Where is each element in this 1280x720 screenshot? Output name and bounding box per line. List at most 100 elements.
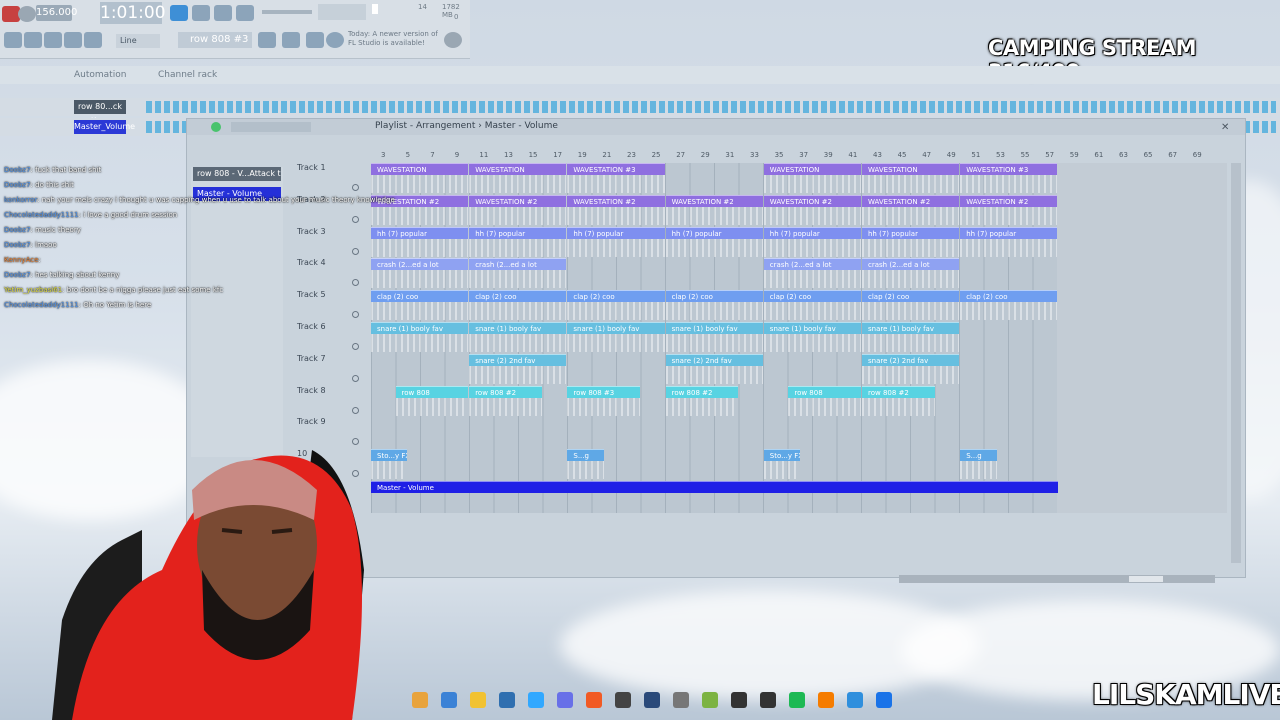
- clip-body[interactable]: [763, 270, 861, 289]
- playlist-clip[interactable]: hh (7) popular: [960, 226, 1058, 239]
- clip-body[interactable]: [763, 302, 861, 321]
- brave-icon[interactable]: [557, 692, 573, 708]
- track-header[interactable]: Track 1: [297, 163, 365, 193]
- clip-body[interactable]: [960, 461, 997, 480]
- playlist-clip[interactable]: snare (1) booly fav: [665, 322, 763, 334]
- playlist-clip[interactable]: snare (2) 2nd fav: [862, 353, 960, 366]
- clip-body[interactable]: [469, 365, 567, 384]
- channel-button[interactable]: row 80...ck time: [74, 100, 126, 125]
- playlist-clip[interactable]: hh (7) popular: [469, 226, 567, 239]
- playlist-clip[interactable]: hh (7) popular: [567, 226, 665, 239]
- playlist-clip[interactable]: clap (2) coo: [862, 290, 960, 303]
- update-notice[interactable]: Today: A newer version of FL Studio is a…: [348, 30, 440, 52]
- playlist-clip[interactable]: clap (2) coo: [469, 290, 567, 303]
- vertical-scrollbar[interactable]: [1231, 163, 1241, 563]
- tab-automation[interactable]: Automation: [74, 70, 126, 80]
- clip-body[interactable]: [665, 238, 763, 257]
- tool-icons[interactable]: [231, 122, 311, 132]
- track-header[interactable]: Track 3: [297, 227, 365, 257]
- track-mute-icon[interactable]: [352, 184, 359, 191]
- clip-body[interactable]: [567, 238, 665, 257]
- playlist-icon[interactable]: [44, 32, 62, 48]
- clip-body[interactable]: [862, 175, 960, 193]
- playlist-clip[interactable]: row 808: [788, 385, 861, 398]
- step-icon[interactable]: [258, 32, 276, 48]
- playlist-clip[interactable]: row 808: [395, 385, 469, 398]
- step-sequencer[interactable]: [146, 101, 1276, 113]
- clip-body[interactable]: [469, 175, 567, 193]
- browser-icon[interactable]: [64, 32, 82, 48]
- help-icon[interactable]: [444, 32, 462, 48]
- clip-body[interactable]: [469, 238, 567, 257]
- playlist-clip[interactable]: row 808 #2: [862, 385, 935, 398]
- playlist-clip[interactable]: hh (7) popular: [763, 226, 861, 239]
- track-header[interactable]: Track 7: [297, 354, 365, 384]
- playlist-clip[interactable]: clap (2) coo: [567, 290, 665, 303]
- clip-body[interactable]: [763, 238, 861, 257]
- clip-body[interactable]: [763, 175, 861, 193]
- piano-roll-icon[interactable]: [24, 32, 42, 48]
- track-mute-icon[interactable]: [352, 279, 359, 287]
- playlist-clip[interactable]: WAVESTATION: [763, 163, 861, 175]
- clip-body[interactable]: [469, 206, 567, 225]
- xbox-icon[interactable]: [673, 692, 689, 708]
- master-volume-automation-clip[interactable]: Master - Volume: [371, 481, 1059, 493]
- clip-body[interactable]: [665, 397, 739, 416]
- clip-body[interactable]: [665, 206, 763, 225]
- playlist-clip[interactable]: clap (2) coo: [960, 290, 1058, 303]
- master-pitch-slider[interactable]: [262, 10, 312, 14]
- tools-icon[interactable]: [306, 32, 324, 48]
- clip-body[interactable]: [862, 206, 960, 225]
- clip-body[interactable]: [371, 334, 469, 352]
- clip-body[interactable]: [665, 302, 763, 321]
- wait-icon[interactable]: [214, 5, 232, 21]
- tempo-display[interactable]: 156.000: [36, 5, 77, 21]
- record-icon[interactable]: [18, 6, 36, 22]
- clip-body[interactable]: [862, 365, 960, 384]
- 4k-icon[interactable]: [702, 692, 718, 708]
- store-icon[interactable]: [470, 692, 486, 708]
- clip-body[interactable]: [763, 206, 861, 225]
- playlist-clip[interactable]: WAVESTATION #3: [567, 163, 665, 175]
- spotify-icon[interactable]: [760, 692, 776, 708]
- clip-body[interactable]: [371, 302, 469, 321]
- playlist-clip[interactable]: crash (2...ed a lot: [763, 258, 861, 271]
- snap-select[interactable]: Line: [116, 34, 160, 48]
- channel-button[interactable]: Master_Volume: [74, 120, 135, 134]
- pattern-mode-icon[interactable]: [170, 5, 188, 21]
- playlist-clip[interactable]: snare (1) booly fav: [862, 322, 960, 334]
- playlist-clip[interactable]: WAVESTATION #2: [960, 194, 1058, 207]
- playlist-clip[interactable]: S...g: [567, 449, 604, 462]
- clip-body[interactable]: [567, 175, 665, 193]
- tab-channel-rack[interactable]: Channel rack: [158, 70, 217, 80]
- timeline-ruler[interactable]: 3 5 7 9 11 13 15 17 19 21 23 25 27 29 31 33 35 37 39 41 43 45…: [371, 151, 1231, 163]
- playlist-clip[interactable]: snare (2) 2nd fav: [469, 353, 567, 366]
- playlist-clip[interactable]: clap (2) coo: [371, 290, 469, 303]
- keyboard-icon[interactable]: [644, 692, 660, 708]
- track-header[interactable]: Track 8: [297, 386, 365, 416]
- clip-body[interactable]: [469, 397, 542, 416]
- playlist-clip[interactable]: S...g: [960, 449, 997, 462]
- horizontal-scrollbar[interactable]: [899, 575, 1215, 583]
- folder-icon[interactable]: [441, 692, 457, 708]
- clip-body[interactable]: [371, 238, 469, 257]
- clip-body[interactable]: [763, 461, 801, 480]
- playlist-clip[interactable]: crash (2...ed a lot: [371, 258, 469, 271]
- track-header[interactable]: Track 6: [297, 322, 365, 352]
- clip-body[interactable]: [395, 397, 469, 416]
- playlist-current-pattern[interactable]: Master - Volume: [485, 121, 558, 131]
- track-mute-icon[interactable]: [352, 247, 359, 255]
- online-icon[interactable]: [326, 32, 344, 48]
- track-mute-icon[interactable]: [352, 406, 359, 414]
- track-header[interactable]: Track 5: [297, 290, 365, 320]
- playlist-clip[interactable]: snare (1) booly fav: [371, 322, 469, 334]
- playlist-clip[interactable]: crash (2...ed a lot: [469, 258, 567, 271]
- track-mute-icon[interactable]: [352, 343, 359, 350]
- playlist-clip[interactable]: WAVESTATION #2: [665, 194, 763, 207]
- playlist-clip[interactable]: snare (2) 2nd fav: [665, 353, 763, 366]
- playlist-clip[interactable]: hh (7) popular: [665, 226, 763, 239]
- clip-body[interactable]: [862, 270, 960, 289]
- track-mute-icon[interactable]: [352, 311, 359, 319]
- playlist-clip[interactable]: hh (7) popular: [862, 226, 960, 239]
- playlist-clip[interactable]: WAVESTATION: [371, 163, 469, 175]
